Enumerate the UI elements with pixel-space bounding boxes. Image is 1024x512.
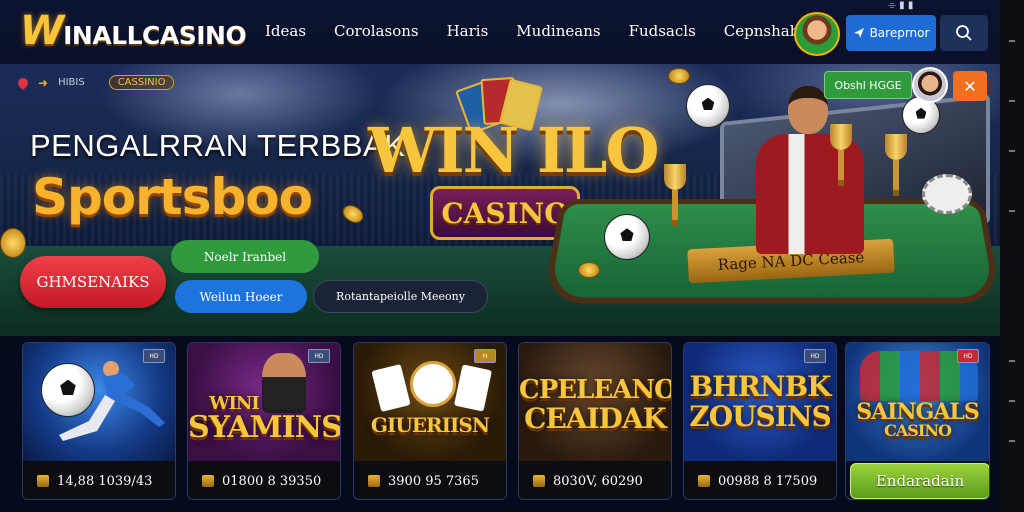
gold-coin-icon — [668, 68, 690, 84]
game-footer-text: 00988 8 17509 — [718, 473, 818, 489]
search-button[interactable] — [940, 15, 988, 51]
hero-banner: ➜ HIBIS CASSINIO PENGALRRAN TERBBAK Spor… — [0, 64, 1000, 336]
brand-logo[interactable]: W INALLCASINO — [20, 8, 247, 54]
casino-chip-icon — [922, 174, 972, 214]
trophy-icon — [830, 124, 852, 186]
chip-dark[interactable]: Rotantapeiolle Meeony — [313, 280, 488, 313]
game-card-soccer[interactable]: HD 14,88 1039/43 — [22, 342, 176, 500]
primary-action-label: Bareprnor — [869, 26, 930, 40]
game-badge: HD — [308, 349, 330, 363]
player-figure — [740, 86, 880, 254]
game-title-top: CPELEANO — [519, 375, 671, 405]
nav-item[interactable]: Mudineans — [516, 22, 600, 40]
game-title-bottom: CASINO — [884, 421, 952, 440]
hero-title: PENGALRRAN TERBBAK — [30, 128, 406, 163]
bonus-icon — [202, 475, 214, 487]
send-icon — [853, 28, 864, 38]
breadcrumb-tag[interactable]: CASSINIO — [108, 75, 175, 90]
logo-initial: W — [20, 8, 64, 54]
scroll-rail[interactable] — [1000, 0, 1024, 512]
promo-badge[interactable]: Obshl HGGE — [824, 71, 912, 99]
game-badge: HD — [804, 349, 826, 363]
game-footer-text: 3900 95 7365 — [388, 473, 479, 489]
game-footer-text: 01800 8 39350 — [222, 473, 322, 489]
nav-item[interactable]: Haris — [447, 22, 489, 40]
game-card-footer: 8030V, 60290 — [519, 461, 671, 499]
game-title: GIUERIISN — [370, 413, 490, 437]
game-title: SYAMINS — [188, 410, 340, 445]
game-card-blue[interactable]: BHRNBK ZOUSINS HD 00988 8 17509 — [683, 342, 837, 500]
game-card-footer: 01800 8 39350 — [188, 461, 340, 499]
game-cards-row: HD 14,88 1039/43 WINI SYAMINS HD 01800 8… — [22, 342, 992, 502]
casino-app: W INALLCASINO Ideas Corolasons Haris Mud… — [0, 0, 1024, 512]
chip-primary[interactable]: GHMSENAIKS — [20, 256, 166, 308]
game-card-slots[interactable]: WINI SYAMINS HD 01800 8 39350 — [187, 342, 341, 500]
home-icon[interactable] — [15, 75, 31, 90]
top-navigation-bar: W INALLCASINO Ideas Corolasons Haris Mud… — [0, 0, 1000, 64]
bonus-icon — [368, 475, 380, 487]
nav-item[interactable]: Corolasons — [334, 22, 419, 40]
game-card-cards[interactable]: GIUERIISN H 3900 95 7365 — [353, 342, 507, 500]
game-title-top: BHRNBK — [689, 370, 832, 403]
soccer-ball-icon — [604, 214, 650, 260]
trophy-icon — [885, 134, 907, 196]
status-icons: ⌯ ▮ ▮ — [888, 0, 914, 11]
game-card-footer: 3900 95 7365 — [354, 461, 506, 499]
main-nav: Ideas Corolasons Haris Mudineans Fudsacl… — [265, 22, 845, 40]
nav-item[interactable]: Ideas — [265, 22, 306, 40]
logo-wordmark: INALLCASINO — [63, 21, 247, 50]
trophy-icon — [664, 164, 686, 226]
soccer-ball-icon — [686, 84, 730, 128]
close-icon: ✕ — [963, 76, 977, 96]
breadcrumb: ➜ HIBIS CASSINIO — [15, 75, 175, 90]
search-icon — [956, 25, 972, 41]
game-badge: HD — [143, 349, 165, 363]
game-card-team[interactable]: SAINGALS CASINO HD Endaradain — [845, 342, 990, 500]
promo-avatar — [912, 67, 948, 103]
game-footer-text: 8030V, 60290 — [553, 473, 643, 489]
gold-coin-icon — [578, 262, 600, 278]
arrow-right-icon: ➜ — [38, 75, 49, 90]
game-footer-text: 14,88 1039/43 — [57, 473, 153, 489]
gold-coin-icon — [0, 228, 26, 258]
close-button[interactable]: ✕ — [953, 71, 987, 101]
center-logo-text: WIN ILO — [368, 114, 659, 187]
game-card-gold[interactable]: CPELEANO CEAIDAK 8030V, 60290 — [518, 342, 672, 500]
hero-subtitle: Sportsboo — [32, 168, 313, 226]
game-title: ZOUSINS — [689, 400, 831, 433]
bonus-icon — [37, 475, 49, 487]
playing-cards-icon — [371, 361, 493, 421]
game-title: SAINGALS — [856, 399, 980, 425]
bonus-icon — [698, 475, 710, 487]
game-card-footer: 00988 8 17509 — [684, 461, 836, 499]
breadcrumb-item[interactable]: HIBIS — [58, 77, 85, 88]
chip-blue[interactable]: Weilun Hoeer — [175, 280, 307, 313]
nav-item[interactable]: Fudsacls — [629, 22, 696, 40]
primary-action-button[interactable]: Bareprnor — [846, 15, 936, 51]
game-cta-button[interactable]: Endaradain — [850, 463, 989, 499]
user-avatar[interactable] — [794, 12, 840, 56]
game-badge: HD — [957, 349, 979, 363]
game-title: CEAIDAK — [524, 402, 667, 435]
game-badge: H — [474, 349, 496, 363]
chip-green[interactable]: Noelr Iranbel — [171, 240, 319, 273]
bonus-icon — [533, 475, 545, 487]
game-card-footer: 14,88 1039/43 — [23, 461, 175, 499]
